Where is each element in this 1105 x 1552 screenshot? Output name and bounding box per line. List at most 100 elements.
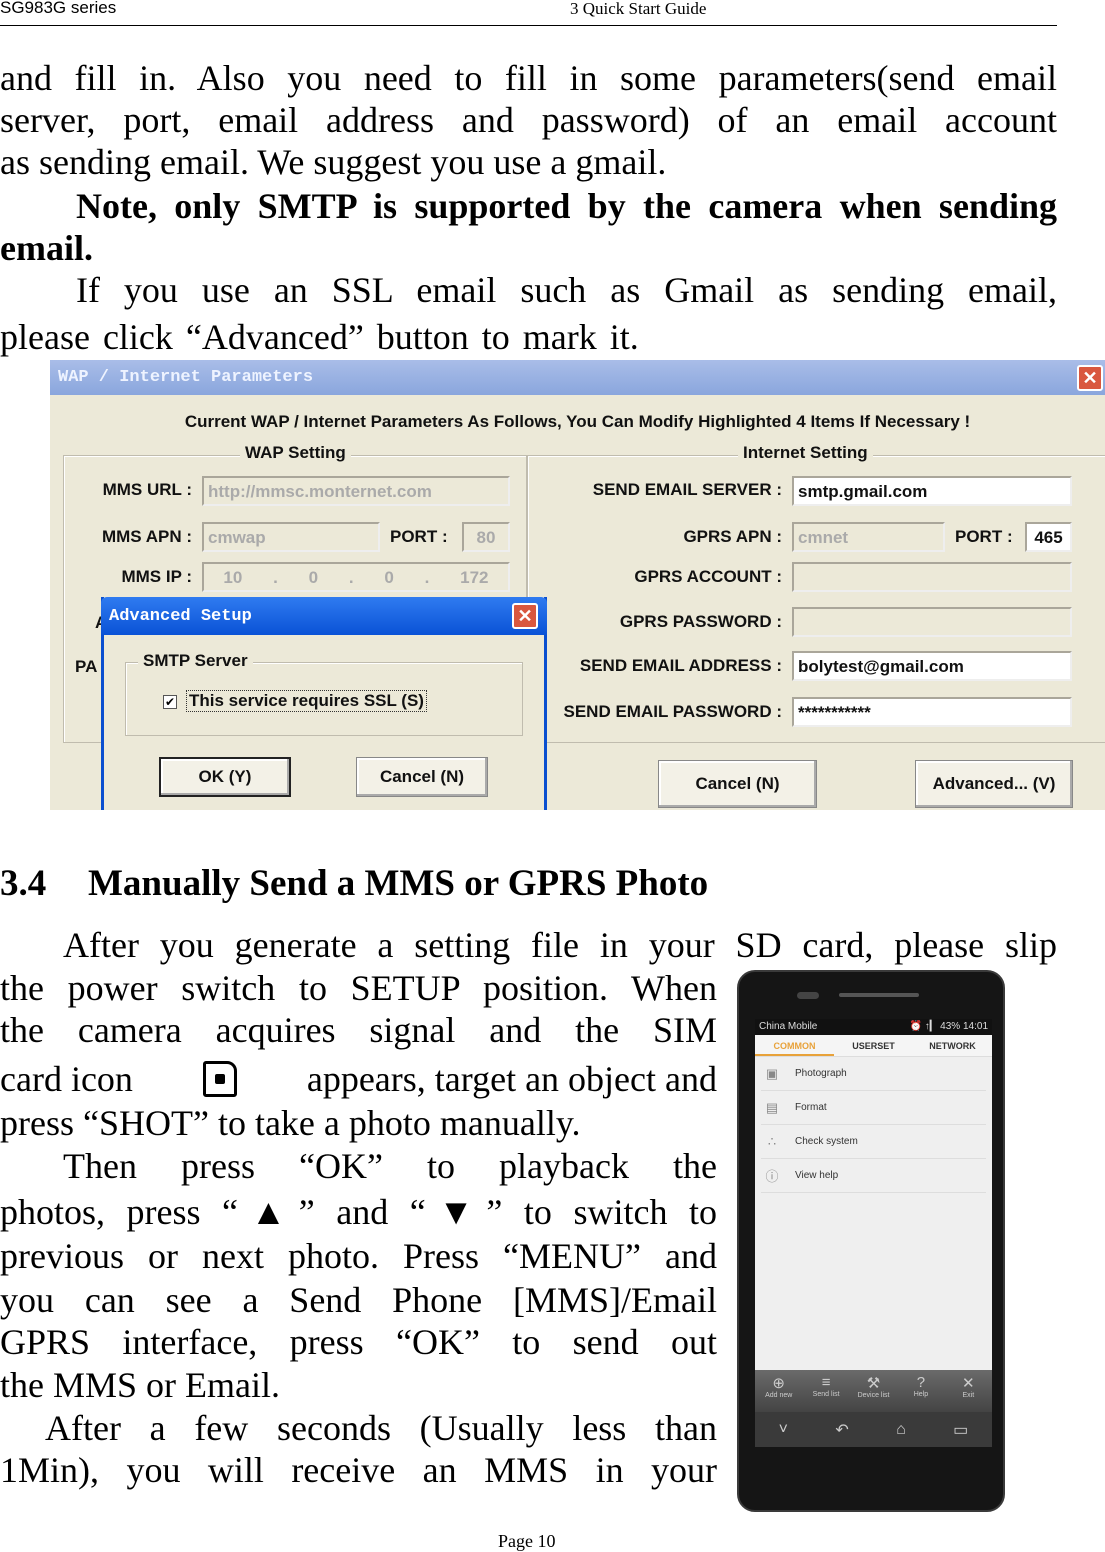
help-button[interactable]: ? Help <box>897 1370 944 1412</box>
text-line: the MMS or Email. <box>0 1365 280 1405</box>
cancel-button[interactable]: Cancel (N) <box>658 760 817 808</box>
note-line: email. <box>0 228 93 268</box>
gprs-account-field[interactable] <box>792 562 1072 592</box>
ssl-checkbox[interactable]: ✔ <box>163 695 177 709</box>
text-line: Then press “OK” to playback the <box>63 1146 717 1186</box>
advanced-setup-dialog: Advanced Setup ✕ SMTP Server ✔ This serv… <box>101 597 547 810</box>
floppy-icon: ▤ <box>765 1099 779 1115</box>
exit-button[interactable]: ✕ Exit <box>945 1370 992 1412</box>
ok-button[interactable]: OK (Y) <box>159 757 291 797</box>
bottom-toolbar: ⊕ Add new ≡ Send list ⚒ Device list ? Help ✕… <box>755 1370 992 1412</box>
send-email-address-label: SEND EMAIL ADDRESS : <box>579 656 782 675</box>
send-email-server-label: SEND EMAIL SERVER : <box>592 480 782 499</box>
status-icons: ⏰ ↑▎ 43% 14:01 <box>909 1021 988 1032</box>
gprs-account-label: GPRS ACCOUNT : <box>634 567 782 586</box>
ip-octet: 172 <box>460 568 489 587</box>
smtp-server-legend: SMTP Server <box>138 651 253 671</box>
mms-apn-label: MMS APN : <box>101 527 192 546</box>
share-icon: ∴ <box>767 1133 777 1149</box>
menu-item-label: Check system <box>795 1136 858 1147</box>
menu-item-label: View help <box>795 1170 839 1181</box>
gprs-password-field[interactable] <box>792 607 1072 637</box>
text-line: photos, press “▲” and “▼” to switch to <box>0 1192 717 1232</box>
menu-item-label: Format <box>795 1102 827 1113</box>
menu-item-view-help[interactable]: ⓘ View help <box>761 1159 986 1193</box>
tab-common[interactable]: COMMON <box>755 1035 834 1056</box>
mms-url-label: MMS URL : <box>102 480 192 499</box>
menu-item-photograph[interactable]: ▣ Photograph <box>761 1057 986 1091</box>
camera-icon: ▣ <box>765 1065 779 1081</box>
gprs-apn-field[interactable]: cmnet <box>792 522 945 552</box>
recent-apps-icon[interactable]: ▭ <box>953 1420 968 1440</box>
wap-port-label: PORT : <box>390 527 448 546</box>
send-email-password-field[interactable]: *********** <box>792 697 1072 727</box>
ip-octet: 0 <box>308 568 319 587</box>
add-new-button[interactable]: ⊕ Add new <box>755 1370 802 1412</box>
wap-internet-dialog: WAP / Internet Parameters ✕ Current WAP … <box>50 360 1105 810</box>
advanced-setup-title: Advanced Setup <box>101 597 547 635</box>
tab-userset[interactable]: USERSET <box>834 1035 913 1056</box>
mms-ip-field[interactable]: 10. 0. 0. 172 <box>202 562 510 592</box>
mms-apn-field[interactable]: cmwap <box>202 522 380 552</box>
home-icon[interactable]: ⌂ <box>896 1421 906 1439</box>
page-number: Page 10 <box>498 1531 556 1551</box>
toolbar-label: Help <box>913 1391 929 1398</box>
dialog-caption: Current WAP / Internet Parameters As Fol… <box>184 412 971 431</box>
chevron-down-icon[interactable]: ˅ <box>779 1421 788 1439</box>
adv-cancel-button[interactable]: Cancel (N) <box>356 757 488 797</box>
ip-dot: . <box>348 568 354 587</box>
send-email-address-field[interactable]: bolytest@gmail.com <box>792 651 1072 681</box>
tab-bar: COMMON USERSET NETWORK <box>755 1035 992 1057</box>
ip-octet: 0 <box>384 568 394 587</box>
internet-port-field[interactable]: 465 <box>1025 522 1072 552</box>
wap-port-field[interactable]: 80 <box>462 522 510 552</box>
send-email-server-field[interactable]: smtp.gmail.com <box>792 476 1072 506</box>
text-line: you can see a Send Phone [MMS]/Email <box>0 1280 717 1320</box>
ssl-label[interactable]: This service requires SSL (S) <box>186 690 427 712</box>
advanced-button[interactable]: Advanced... (V) <box>915 760 1073 808</box>
alert-icon: ⓘ <box>765 1169 779 1184</box>
close-icon: ✕ <box>962 1375 975 1392</box>
text-line: GPRS interface, press “OK” to send out <box>0 1322 717 1362</box>
nav-bar: ˅ ↶ ⌂ ▭ <box>755 1412 992 1447</box>
toolbar-label: Send list <box>812 1391 840 1398</box>
text-line: the power switch to SETUP position. When <box>0 968 717 1008</box>
back-icon[interactable]: ↶ <box>835 1420 848 1440</box>
text-line: previous or next photo. Press “MENU” and <box>0 1236 717 1276</box>
header-rule <box>0 25 1057 26</box>
text-line: After you generate a setting file in you… <box>63 925 1057 965</box>
section-title: Manually Send a MMS or GPRS Photo <box>88 863 709 904</box>
send-email-password-label: SEND EMAIL PASSWORD : <box>563 702 783 721</box>
text-line: After a few seconds (Usually less than <box>45 1408 717 1448</box>
mms-url-field[interactable]: http://mmsc.monternet.com <box>202 476 510 506</box>
status-bar: China Mobile ⏰ ↑▎ 43% 14:01 <box>755 1019 992 1035</box>
menu-item-label: Photograph <box>795 1068 847 1079</box>
internet-port-label: PORT : <box>955 527 1013 546</box>
tab-network[interactable]: NETWORK <box>913 1035 992 1056</box>
text-fragment: card icon <box>0 1059 133 1099</box>
list-icon: ≡ <box>821 1374 831 1391</box>
menu-item-check-system[interactable]: ∴ Check system <box>761 1125 986 1159</box>
phone-image: China Mobile ⏰ ↑▎ 43% 14:01 COMMON USERSE… <box>737 970 1005 1512</box>
text-line: the camera acquires signal and the SIM <box>0 1010 717 1050</box>
menu-item-format[interactable]: ▤ Format <box>761 1091 986 1125</box>
ip-octet: 10 <box>223 568 243 587</box>
toolbar-label: Device list <box>857 1392 890 1399</box>
text-line: as sending email. We suggest you use a g… <box>0 142 667 182</box>
gprs-password-label: GPRS PASSWORD : <box>619 612 782 631</box>
note-line: Note, only SMTP is supported by the came… <box>76 186 1057 226</box>
phone-screen: China Mobile ⏰ ↑▎ 43% 14:01 COMMON USERSE… <box>755 1019 992 1447</box>
close-icon[interactable]: ✕ <box>512 603 538 629</box>
device-list-button[interactable]: ⚒ Device list <box>850 1370 897 1412</box>
close-icon[interactable]: ✕ <box>1077 365 1103 391</box>
header-chapter: 3 Quick Start Guide <box>570 0 707 18</box>
gprs-apn-label: GPRS APN : <box>683 527 782 546</box>
sim-card-icon <box>202 1061 237 1097</box>
text-line: card icon appears, target an object and <box>0 1058 717 1100</box>
mms-ip-label: MMS IP : <box>121 567 192 586</box>
text-line: server, port, email address and password… <box>0 100 1057 140</box>
speaker-grille <box>839 993 919 997</box>
section-number: 3.4 <box>0 863 47 904</box>
send-list-button[interactable]: ≡ Send list <box>802 1370 849 1412</box>
hidden-label: PA <box>75 657 98 676</box>
